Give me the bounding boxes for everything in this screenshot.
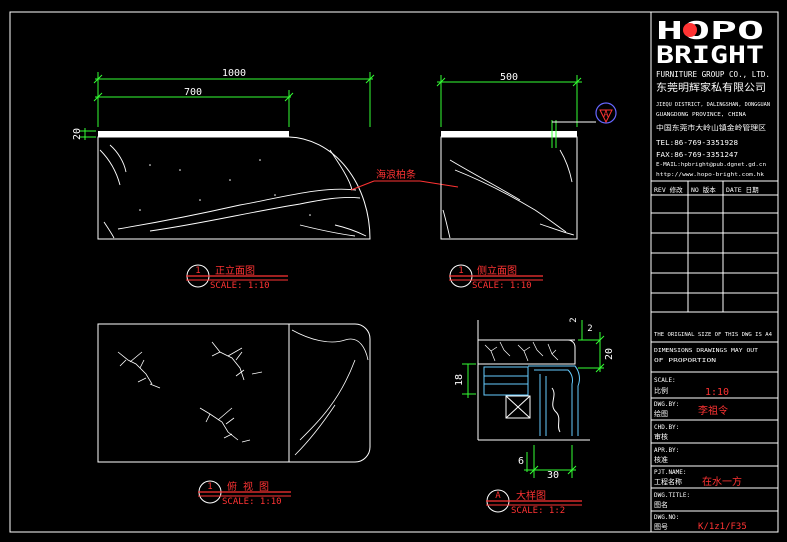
material-leader [350,180,459,191]
scale-label-en: SCALE: [654,377,676,384]
dim-detail-bottom: 30 [547,470,559,481]
company-en: FURNITURE GROUP CO., LTD. [656,70,770,79]
drawn-label-en: DWG.BY: [654,401,679,408]
detail-section [477,320,590,441]
view-num-plan: 1 [207,482,212,492]
detail-dimensions [462,320,605,478]
callout-letter: A [603,110,609,120]
logo-line2: BRIGHT [656,41,764,69]
view-title-detail: 大样图 [516,489,546,502]
drawn-label-cn: 绘图 [654,409,668,418]
dim-front-width: 1000 [222,68,246,79]
rev-header-date: DATE 日期 [726,186,759,194]
side-elevation [440,131,578,240]
material-label: 海浪柏条 [376,168,416,181]
rev-header-no: NO 版本 [691,185,716,194]
address-en-1: JIEQU DISTRICT, DALINGSHAN, DONGGUAN [656,102,770,108]
dim-detail-bottom-small: 6 [518,456,524,467]
view-scale-side: SCALE: 1:10 [472,281,532,291]
view-num-side: 1 [458,266,463,276]
number-label-en: DWG.NO: [654,514,679,521]
view-label-front: 1 正立面图 SCALE: 1:10 [186,264,288,291]
address-en-2: GUANGDONG PROVINCE, CHINA [656,112,747,118]
rev-header-rev: REV 修改 [654,185,683,194]
cad-drawing-canvas: 1000 700 20 海浪柏条 500 A 2 2 20 18 6 30 1 … [9,11,779,533]
title-label-cn: 图名 [654,500,668,509]
drawn-value: 李祖令 [698,404,728,417]
view-scale-front: SCALE: 1:10 [210,281,270,291]
project-label-cn: 工程名称 [654,477,682,486]
note-line-1: THE ORIGINAL SIZE OF THIS DWG IS A4 [654,332,772,338]
checked-label-en: CHD.BY: [654,424,679,431]
view-label-detail: A 大样图 SCALE: 1:2 [486,489,582,516]
front-elevation [97,131,371,240]
dim-detail-right: 20 [604,348,615,360]
website: http://www.hopo-bright.com.hk [656,172,765,178]
checked-label-cn: 审核 [654,432,668,441]
number-value: K/1z1/F35 [698,522,747,532]
project-value: 在水一方 [702,475,742,488]
project-label-en: PJT.NAME: [654,469,687,476]
note-line-2: DIMENSIONS DRAWINGS MAY OUT [654,348,758,354]
dim-front-top: 20 [72,128,83,140]
view-scale-detail: SCALE: 1:2 [511,506,565,516]
title-block: HOPO BRIGHT FURNITURE GROUP CO., LTD. 东莞… [650,11,779,533]
dim-detail-left: 18 [454,374,465,386]
number-label-cn: 图号 [654,523,668,531]
email: E-MAIL:hpbright@pub.dgnet.gd.cn [656,162,766,168]
dim-side-width: 500 [500,72,518,83]
approved-label-en: APR.BY: [654,447,679,454]
scale-label-cn: 比例 [654,386,668,395]
detail-callout-marker: A [552,102,617,124]
plan-view [97,323,371,463]
dim-detail-top-tick: 2 [587,324,592,334]
title-label-en: DWG.TITLE: [654,492,690,499]
front-dimensions [80,72,375,140]
fax: FAX:86-769-3351247 [656,151,738,159]
logo-dot [683,23,697,37]
address-cn: 中国东莞市大岭山镇金岭管理区 [656,123,766,132]
view-label-side: 1 侧立面图 SCALE: 1:10 [449,264,543,291]
view-label-plan: 1 俯 视 图 SCALE: 1:10 [198,480,291,507]
company-cn: 东莞明辉家私有限公司 [656,81,766,94]
tel: TEL:86-769-3351928 [656,139,738,147]
view-scale-plan: SCALE: 1:10 [222,497,282,507]
view-num-detail: A [495,491,501,501]
approved-label-cn: 核准 [654,455,668,464]
dim-detail-top-small: 2 [569,317,579,322]
dim-front-sub: 700 [184,87,202,98]
note-line-3: OF PROPORTION [654,358,716,364]
view-title-plan: 俯 视 图 [227,480,269,493]
scale-value: 1:10 [705,387,729,398]
view-num-front: 1 [195,266,200,276]
view-title-front: 正立面图 [215,264,255,277]
view-title-side: 侧立面图 [477,264,517,277]
